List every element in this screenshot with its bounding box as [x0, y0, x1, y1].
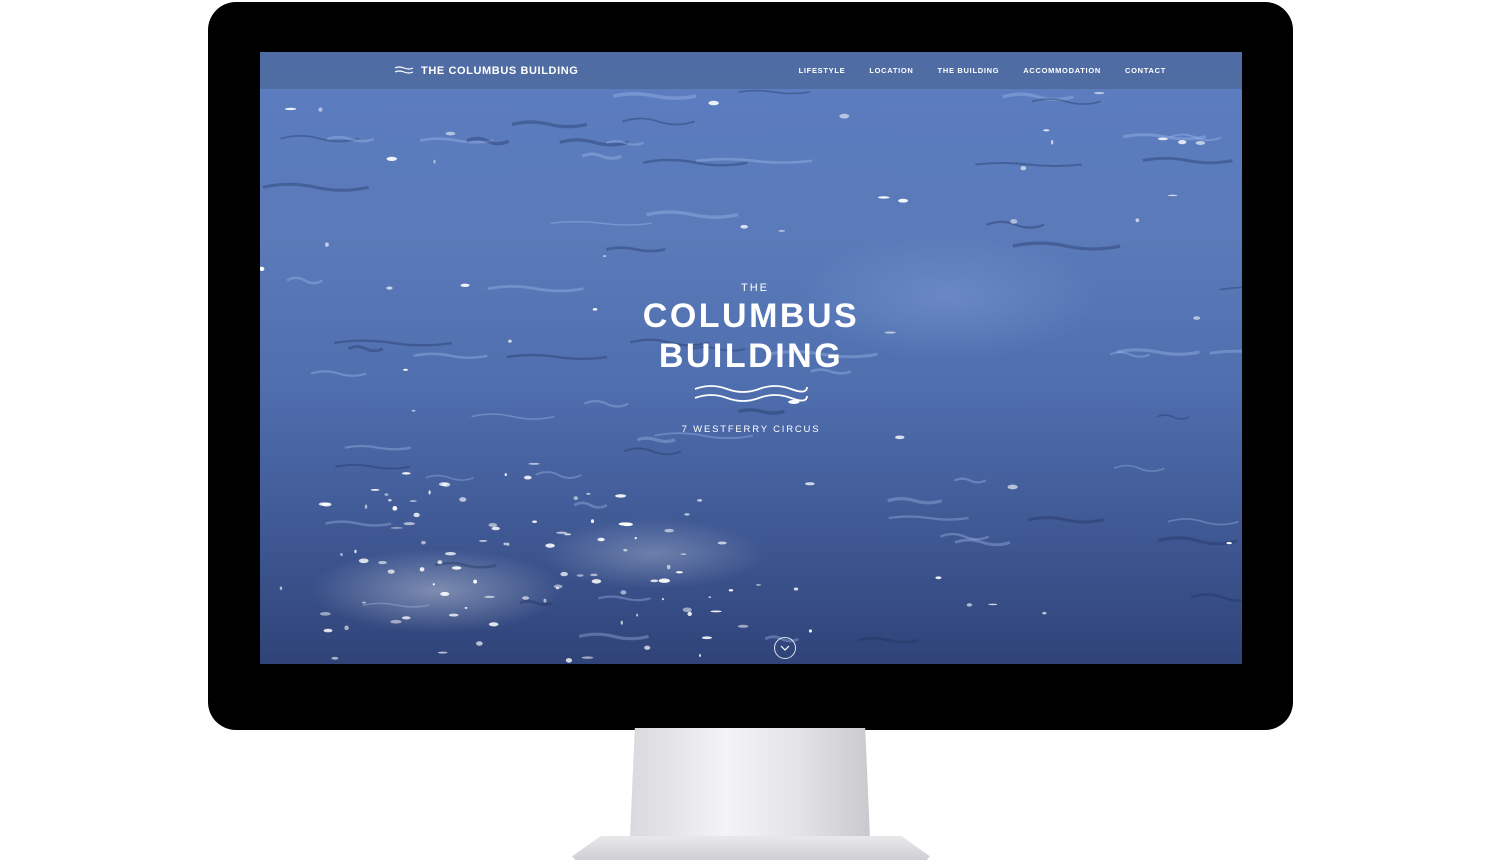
- nav-item-lifestyle[interactable]: LIFESTYLE: [799, 66, 846, 75]
- waves-logo-icon: [394, 66, 414, 75]
- hero-title-line-1: COLUMBUS: [642, 297, 860, 335]
- brand-name: THE COLUMBUS BUILDING: [421, 64, 579, 77]
- waves-emblem-icon: [694, 385, 808, 402]
- hero-overline: THE: [741, 282, 769, 294]
- main-nav: LIFESTYLE LOCATION THE BUILDING ACCOMMOD…: [799, 52, 1166, 89]
- monitor-stand: [630, 728, 870, 838]
- hero-address: 7 WESTFERRY CIRCUS: [681, 424, 821, 435]
- nav-item-the-building[interactable]: THE BUILDING: [938, 66, 1000, 75]
- brand-logo-link[interactable]: THE COLUMBUS BUILDING: [394, 52, 578, 89]
- chevron-down-icon: [780, 645, 790, 651]
- top-navigation-bar: THE COLUMBUS BUILDING LIFESTYLE LOCATION…: [260, 52, 1242, 89]
- monitor-base: [572, 836, 930, 860]
- hero-title-line-2: BUILDING: [658, 337, 844, 375]
- nav-item-location[interactable]: LOCATION: [869, 66, 913, 75]
- hero-section: THE COLUMBUS BUILDING 7 WESTFERRY CIRCUS: [260, 282, 1242, 435]
- website-screen: THE COLUMBUS BUILDING LIFESTYLE LOCATION…: [260, 52, 1242, 664]
- scroll-down-button[interactable]: [774, 637, 796, 659]
- nav-item-contact[interactable]: CONTACT: [1125, 66, 1166, 75]
- nav-item-accommodation[interactable]: ACCOMMODATION: [1023, 66, 1101, 75]
